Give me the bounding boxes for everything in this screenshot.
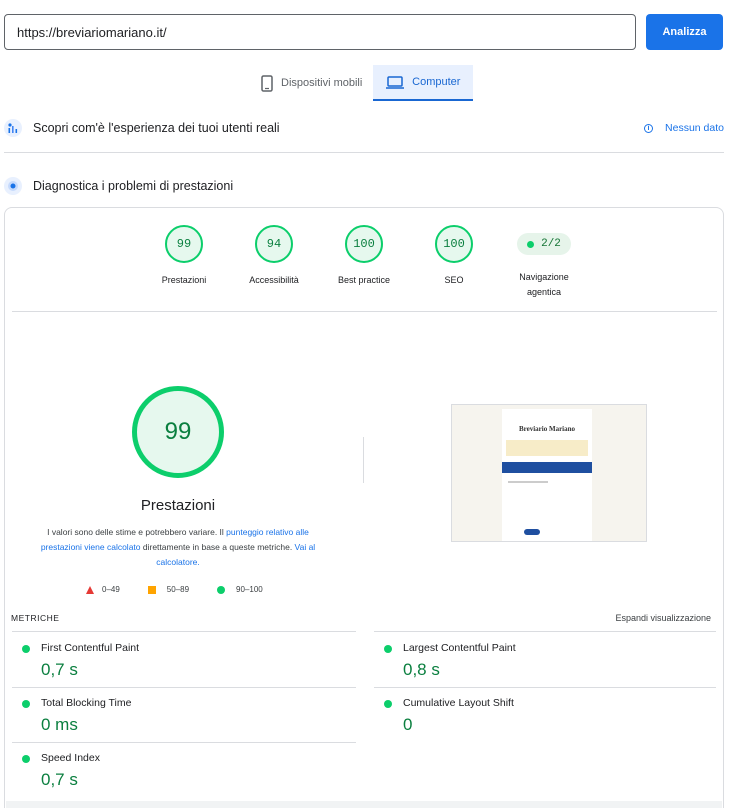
screenshot-text-line xyxy=(508,481,548,483)
gauge-accessibility-label: Accessibilità xyxy=(249,275,299,285)
gauge-performance-score: 99 xyxy=(165,225,203,263)
metric-name: First Contentful Paint xyxy=(41,642,140,654)
gauge-performance[interactable]: 99 Prestazioni xyxy=(139,225,229,288)
legend-pass-label: 90–100 xyxy=(236,585,263,594)
tab-mobile-label: Dispositivi mobili xyxy=(281,77,363,89)
triangle-icon xyxy=(86,585,94,594)
screenshot-button xyxy=(524,529,540,535)
agentic-label-line1: Navigazione xyxy=(519,272,569,282)
no-data-label: Nessun dato xyxy=(665,122,724,134)
pass-dot-icon xyxy=(22,645,30,653)
page-screenshot[interactable]: Breviario Mariano xyxy=(451,404,647,542)
tab-mobile[interactable]: Dispositivi mobili xyxy=(250,65,373,101)
legend-fail: 0–49 xyxy=(86,585,120,594)
legend-average-label: 50–89 xyxy=(166,585,190,594)
screenshot-page: Breviario Mariano xyxy=(502,409,592,541)
device-tabs: Dispositivi mobili Computer xyxy=(250,65,474,101)
disclaimer-text-1: I valori sono delle stime e potrebbero v… xyxy=(47,527,227,537)
metrics-header: METRICHE xyxy=(11,613,60,623)
lab-data-label: Diagnostica i problemi di prestazioni xyxy=(33,179,234,193)
expand-view-button[interactable]: Espandi visualizzazione xyxy=(615,613,711,623)
agentic-score: 2/2 xyxy=(541,238,561,250)
agentic-label: Navigazione agentica xyxy=(499,270,589,300)
gauge-best-practices[interactable]: 100 Best practice xyxy=(319,225,409,288)
info-icon: i xyxy=(644,123,654,133)
tab-desktop[interactable]: Computer xyxy=(373,65,474,101)
url-input[interactable] xyxy=(4,14,636,50)
divider xyxy=(12,311,717,312)
pass-dot-icon xyxy=(384,700,392,708)
divider xyxy=(4,152,724,153)
metric-value: 0 xyxy=(403,715,413,734)
pass-dot-icon xyxy=(384,645,392,653)
pass-dot-icon xyxy=(527,240,535,248)
category-gauges: 99 Prestazioni 94 Accessibilità 100 Best… xyxy=(0,225,738,305)
metric-name: Total Blocking Time xyxy=(41,697,132,709)
field-data-section: Scopri com'è l'esperienza dei tuoi utent… xyxy=(4,113,724,143)
performance-title: Prestazioni xyxy=(140,497,216,514)
tab-desktop-label: Computer xyxy=(412,76,461,88)
metric-fcp: First Contentful Paint 0,7 s xyxy=(12,633,342,688)
gauge-best-practices-score: 100 xyxy=(345,225,383,263)
screenshot-banner xyxy=(506,440,588,456)
metric-name: Speed Index xyxy=(41,752,100,764)
gauge-seo-score: 100 xyxy=(435,225,473,263)
metric-divider xyxy=(374,631,716,632)
metric-name: Cumulative Layout Shift xyxy=(403,697,514,709)
users-chart-icon xyxy=(4,119,22,137)
metric-tbt: Total Blocking Time 0 ms xyxy=(12,688,342,743)
performance-disclaimer: I valori sono delle stime e potrebbero v… xyxy=(30,525,326,570)
pass-dot-icon xyxy=(22,700,30,708)
smartphone-icon xyxy=(261,74,273,92)
score-legend: 0–49 50–89 90–100 xyxy=(86,585,291,594)
analyze-button[interactable]: Analizza xyxy=(646,14,723,50)
gauge-agentic-navigation[interactable]: 2/2 Navigazione agentica xyxy=(499,225,589,300)
metric-value: 0,8 s xyxy=(403,660,440,679)
laptop-icon xyxy=(386,75,405,89)
screenshot-brand: Breviario Mariano xyxy=(518,425,576,433)
gauge-accessibility[interactable]: 94 Accessibilità xyxy=(229,225,319,288)
gauge-seo-label: SEO xyxy=(444,275,464,285)
metric-speed-index: Speed Index 0,7 s xyxy=(12,743,342,798)
legend-average: 50–89 xyxy=(147,585,190,594)
metric-value: 0,7 s xyxy=(41,660,78,679)
metric-name: Largest Contentful Paint xyxy=(403,642,516,654)
metric-value: 0,7 s xyxy=(41,770,78,789)
bottom-strip xyxy=(6,801,722,808)
gauge-performance-label: Prestazioni xyxy=(161,275,207,285)
legend-fail-label: 0–49 xyxy=(102,585,120,594)
metric-lcp: Largest Contentful Paint 0,8 s xyxy=(374,633,704,688)
agentic-label-line2: agentica xyxy=(526,287,562,297)
pass-dot-icon xyxy=(22,755,30,763)
square-icon xyxy=(147,585,156,594)
vertical-divider xyxy=(363,437,364,483)
gauge-best-practices-label: Best practice xyxy=(337,275,391,285)
metric-value: 0 ms xyxy=(41,715,78,734)
diagnostics-icon xyxy=(4,177,22,195)
screenshot-nav-bar xyxy=(502,462,592,473)
performance-big-gauge: 99 xyxy=(132,386,224,478)
lab-data-section: Diagnostica i problemi di prestazioni xyxy=(4,171,724,201)
disclaimer-text-2: direttamente in base a queste metriche. xyxy=(140,542,295,552)
no-data-link[interactable]: i Nessun dato xyxy=(644,122,724,134)
legend-pass: 90–100 xyxy=(217,585,263,594)
gauge-seo[interactable]: 100 SEO xyxy=(409,225,499,288)
agentic-pill: 2/2 xyxy=(517,233,571,255)
circle-icon xyxy=(217,585,226,594)
metric-divider xyxy=(12,631,356,632)
gauge-accessibility-score: 94 xyxy=(255,225,293,263)
metric-cls: Cumulative Layout Shift 0 xyxy=(374,688,704,743)
field-data-label: Scopri com'è l'esperienza dei tuoi utent… xyxy=(33,121,280,135)
